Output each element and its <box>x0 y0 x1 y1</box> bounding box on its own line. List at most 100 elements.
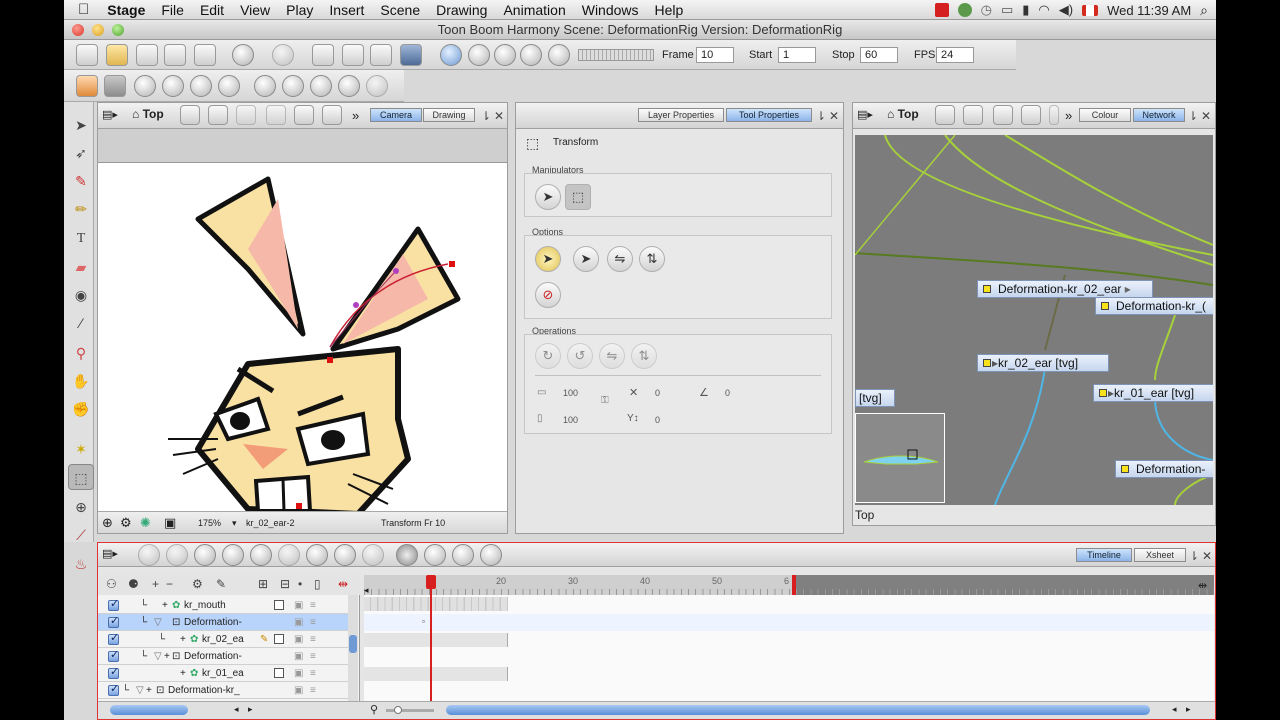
layer-visibility-checkbox[interactable] <box>108 613 119 630</box>
menu-view[interactable]: View <box>232 2 278 18</box>
network-node[interactable]: Deformation- <box>1115 460 1213 478</box>
deformer-point[interactable] <box>327 357 333 363</box>
network-canvas[interactable]: Deformation-kr_02_ear ▸ Deformation-kr_(… <box>855 135 1213 505</box>
exposure-cells[interactable] <box>364 597 508 611</box>
loop-icon[interactable] <box>494 44 516 66</box>
add-keyframe-icon[interactable] <box>138 544 160 566</box>
kf-remove-icon[interactable] <box>222 544 244 566</box>
clear-icon[interactable] <box>366 75 388 97</box>
layer-row[interactable]: + ✿ kr_01_ea ▣ ≡ <box>98 664 348 682</box>
tab-camera[interactable]: Camera <box>370 108 422 122</box>
layer-visibility-checkbox[interactable] <box>108 664 119 681</box>
layer-stack-icon[interactable]: ≡ <box>310 614 316 631</box>
layer-stack-icon[interactable]: ≡ <box>310 597 316 614</box>
mark-icon[interactable] <box>424 544 446 566</box>
layer-expand-icon[interactable]: + <box>180 665 186 682</box>
y-field[interactable]: 0 <box>655 415 660 425</box>
add-peg-icon[interactable]: ⚙ <box>192 577 203 591</box>
mask-preview-icon[interactable]: ▣ <box>164 515 176 531</box>
ink-tool-icon[interactable]: ∕ <box>68 310 94 336</box>
menu-scene[interactable]: Scene <box>372 2 428 18</box>
motion-keyframe-icon[interactable] <box>254 75 276 97</box>
layer-props-icon[interactable]: ⊞ <box>258 577 268 591</box>
show-all-icon[interactable]: ⚇ <box>106 577 117 591</box>
render-icon[interactable] <box>400 44 422 66</box>
layer-stack-icon[interactable]: ≡ <box>310 665 316 682</box>
new-scene-icon[interactable] <box>76 44 98 66</box>
save-all-icon[interactable] <box>194 44 216 66</box>
network-node[interactable]: Deformation-kr_( <box>1095 297 1213 315</box>
reset-view-icon[interactable]: ⊕ <box>102 515 113 531</box>
timeline-ruler[interactable]: 20 30 40 50 6 ◂ ⇹ <box>364 575 1214 595</box>
menu-animation[interactable]: Animation <box>495 2 573 18</box>
enable-effects-icon[interactable] <box>190 75 212 97</box>
group-icon[interactable] <box>993 105 1013 125</box>
camera-home-button[interactable]: ⌂ Top <box>132 107 164 121</box>
collapse-all-icon[interactable]: ⇹ <box>338 577 348 591</box>
layer-stack-icon[interactable]: ≡ <box>310 648 316 665</box>
panel-menu-icon[interactable]: ⇂ <box>481 109 491 123</box>
rotoscope-icon[interactable] <box>236 105 256 125</box>
menu-play[interactable]: Play <box>278 2 321 18</box>
close-window-button[interactable] <box>72 24 84 36</box>
layer-visibility-checkbox[interactable] <box>108 647 119 664</box>
kf-next-icon[interactable] <box>334 544 356 566</box>
panel-menu-icon[interactable]: ⇂ <box>816 109 826 123</box>
kf-insert-icon[interactable] <box>194 544 216 566</box>
flip-h-op-icon[interactable]: ⇋ <box>599 343 625 369</box>
record-status-icon[interactable] <box>934 3 949 17</box>
kf-nav-icon[interactable] <box>306 544 328 566</box>
playback-speed-slider[interactable] <box>578 49 654 61</box>
paint-tool-icon[interactable]: ◉ <box>68 282 94 308</box>
rotate-90-ccw-icon[interactable]: ↺ <box>567 343 593 369</box>
x-field[interactable]: 0 <box>655 388 660 398</box>
height-field[interactable]: 100 <box>563 415 578 425</box>
layer-stack-icon[interactable]: ≡ <box>310 631 316 648</box>
zoom-dropdown-icon[interactable]: ▾ <box>232 518 237 529</box>
display-icon[interactable] <box>322 105 342 125</box>
layer-expand-icon[interactable]: + <box>164 648 170 665</box>
layer-color-icon[interactable]: ▯ <box>314 577 321 591</box>
user-status-icon[interactable] <box>957 3 972 17</box>
network-node[interactable]: Deformation-kr_02_ear ▸ <box>977 280 1153 298</box>
grid-icon[interactable] <box>180 105 200 125</box>
layer-row-selected[interactable]: └ ▽ ⊡ Deformation- ▣ ≡ <box>98 613 348 631</box>
layer-visibility-checkbox[interactable] <box>108 630 119 647</box>
peg-only-icon[interactable] <box>218 75 240 97</box>
scroll-right-icon[interactable]: ▸ <box>248 704 253 715</box>
stop-marker[interactable] <box>792 575 796 595</box>
brush-tool-icon[interactable]: ✎ <box>68 168 94 194</box>
select-tool-icon[interactable]: ➤ <box>68 112 94 138</box>
scroll-left-icon[interactable]: ◂ <box>234 704 239 715</box>
contour-editor-tool-icon[interactable]: ➶ <box>68 140 94 166</box>
frame-field[interactable]: 10 <box>696 47 734 63</box>
snap-option-icon[interactable]: ➤ <box>535 246 561 272</box>
selected-row-frames[interactable]: ▫ <box>364 614 1214 631</box>
layer-lock-box[interactable] <box>274 600 284 610</box>
reset-rotation-icon[interactable]: ⚙ <box>120 515 132 531</box>
hide-all-icon[interactable]: ⚈ <box>128 577 139 591</box>
expose-icon[interactable] <box>452 544 474 566</box>
first-frame-icon[interactable] <box>548 44 570 66</box>
auto-lighttable-icon[interactable] <box>310 75 332 97</box>
play-icon[interactable] <box>440 44 462 66</box>
safe-area-icon[interactable] <box>208 105 228 125</box>
cut-icon[interactable] <box>312 44 334 66</box>
layer-row[interactable]: └ ▽ + ⊡ Deformation- ▣ ≡ <box>98 647 348 665</box>
timeline-zoom-slider[interactable] <box>386 706 434 714</box>
network-navigator[interactable] <box>855 413 945 503</box>
fps-field[interactable]: 24 <box>936 47 974 63</box>
mask-icon[interactable] <box>266 105 286 125</box>
network-node[interactable]: ▸ kr_02_ear [tvg] <box>977 354 1109 372</box>
layer-row[interactable]: └ + ✿ kr_mouth ▣ ≡ <box>98 596 348 614</box>
layer-list-scrollbar[interactable] <box>348 595 358 701</box>
hand-tool-icon[interactable]: ✋ <box>68 368 94 394</box>
select-manipulator-icon[interactable]: ➤ <box>535 184 561 210</box>
layer-visibility-checkbox[interactable] <box>108 596 119 613</box>
save-as-icon[interactable] <box>164 44 186 66</box>
layer-row[interactable]: └ ▽ + ⊡ Deformation-kr_ ▣ ≡ <box>98 681 348 699</box>
apple-menu-icon[interactable]:  <box>64 1 99 18</box>
character-icon[interactable]: ♨ <box>64 545 94 575</box>
layer-expand-icon[interactable]: + <box>162 597 168 614</box>
zoom-slider-knob[interactable] <box>394 706 402 714</box>
